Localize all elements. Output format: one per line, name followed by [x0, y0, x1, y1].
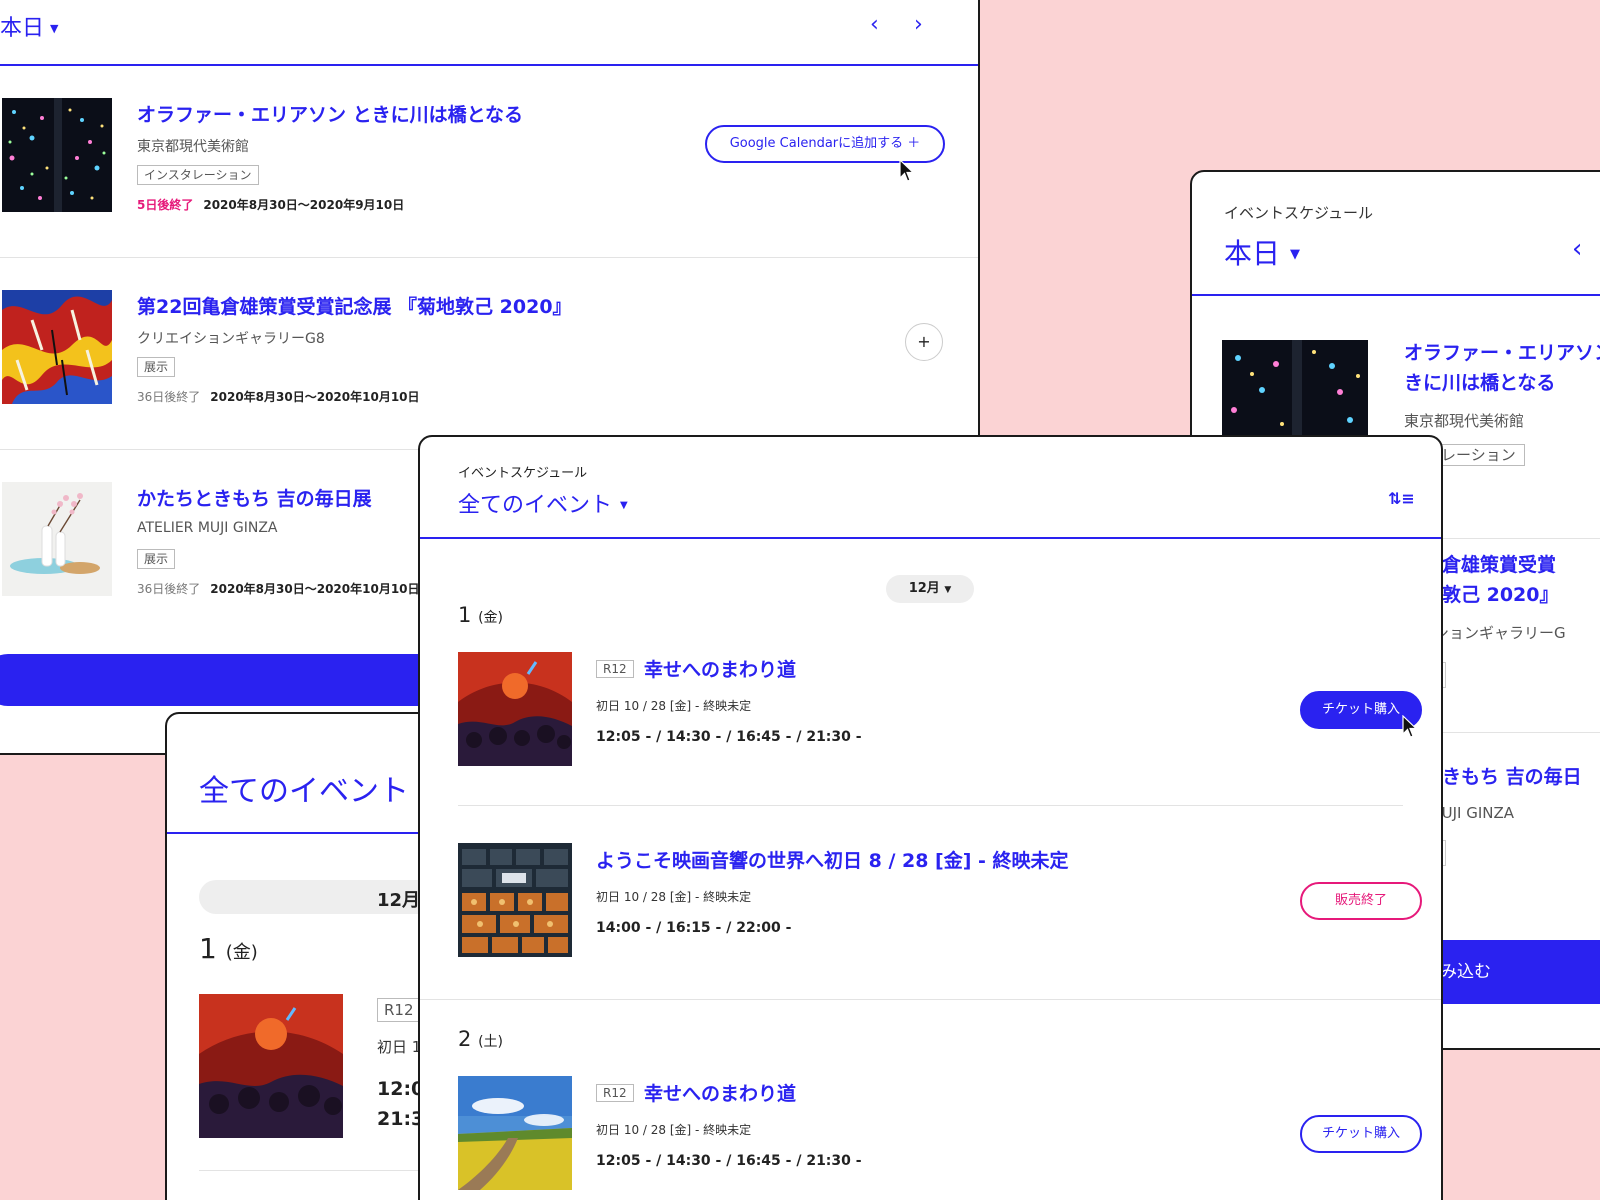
run-period: 初日 10 / 28 [金] - 終映未定 — [596, 1123, 752, 1137]
event-dates: 2020年8月30日〜2020年10月10日 — [210, 582, 420, 596]
chevron-left-icon[interactable]: ‹ — [1572, 234, 1582, 264]
plus-icon: + — [917, 332, 931, 351]
rating-badge: R12 — [377, 998, 421, 1022]
dropdown-caret-icon: ▼ — [50, 22, 59, 35]
date-selector-label: 本日 — [1224, 237, 1281, 270]
day-number: 2 — [458, 1027, 472, 1051]
divider — [458, 805, 1403, 806]
month-label: 12月 — [377, 890, 421, 911]
showtimes: 12:05 - / 14:30 - / 16:45 - / 21:30 - — [596, 729, 862, 745]
date-selector-label: 本日 — [0, 16, 45, 41]
event-thumbnail — [199, 994, 343, 1138]
rating-badge: R12 — [596, 660, 634, 678]
showtimes: 14:00 - / 16:15 - / 22:00 - — [596, 920, 792, 936]
category-selector-label: 全てのイベント — [458, 493, 613, 518]
list-item: 第22回亀倉雄策賞受賞記念展 『菊地敦己 2020』 クリエイションギャラリーG… — [0, 258, 978, 450]
event-thumbnail — [2, 482, 112, 596]
schedule-subtitle: イベントスケジュール — [1224, 204, 1373, 222]
event-category-tag: 展示 — [137, 357, 176, 377]
chevron-left-icon[interactable]: ‹ — [870, 12, 879, 37]
event-title[interactable]: オラファー・エリアソン — [1404, 338, 1600, 368]
ends-in-badge: 36日後終了 — [137, 390, 201, 404]
day-weekday: (金) — [225, 942, 258, 963]
event-dates: 2020年8月30日〜2020年10月10日 — [210, 390, 420, 404]
event-title[interactable]: 第22回亀倉雄策賞受賞記念展 『菊地敦己 2020』 — [137, 292, 572, 319]
event-category-tag: インスタレーション — [137, 165, 259, 185]
event-venue: クリエイションギャラリーG8 — [137, 331, 325, 347]
ends-in-badge: 36日後終了 — [137, 582, 201, 596]
date-selector[interactable]: 本日 ▼ — [0, 10, 58, 42]
event-title[interactable]: 幸せへのまわり道 — [644, 655, 796, 682]
event-category-tag: 展示 — [137, 549, 176, 569]
event-title[interactable]: かたちときもち 吉の毎日展 — [137, 484, 372, 511]
run-period: 初日 1 — [377, 1038, 422, 1056]
dropdown-caret-icon: ▼ — [620, 500, 628, 511]
schedule-subtitle: イベントスケジュール — [458, 466, 588, 481]
month-label: 12月 — [908, 581, 940, 596]
run-period: 初日 10 / 28 [金] - 終映未定 — [596, 699, 752, 713]
category-selector[interactable]: 全てのイベント ▼ — [458, 487, 628, 519]
day-heading: 1 (金) — [458, 603, 503, 627]
list-item: R12 幸せへのまわり道 初日 10 / 28 [金] - 終映未定 12:05… — [458, 1076, 1441, 1200]
run-period: 初日 10 / 28 [金] - 終映未定 — [596, 890, 752, 904]
list-item: オラファー・エリアソン ときに川は橋となる 東京都現代美術館 インスタレーション… — [0, 66, 978, 258]
date-selector[interactable]: 本日 ▼ — [1224, 232, 1300, 272]
event-thumbnail — [458, 843, 572, 957]
event-thumbnail — [458, 652, 572, 766]
event-venue: 東京都現代美術館 — [137, 139, 249, 155]
add-to-calendar-button[interactable]: + — [905, 323, 943, 361]
event-title[interactable]: 幸せへのまわり道 — [644, 1079, 796, 1106]
cursor-icon — [1402, 715, 1418, 738]
ends-in-badge: 5日後終了 — [137, 198, 194, 212]
list-item: R12 幸せへのまわり道 初日 10 / 28 [金] - 終映未定 12:05… — [458, 652, 1441, 802]
today-header: 本日 ▼ ‹ › — [0, 0, 978, 66]
day-weekday: (金) — [478, 610, 503, 626]
day-heading: 1 (金) — [199, 932, 258, 965]
day-heading: 2 (土) — [458, 1027, 503, 1051]
sort-icon[interactable]: ⇅≡ — [1388, 489, 1415, 508]
showtimes: 12:05 - / 14:30 - / 16:45 - / 21:30 - — [596, 1153, 862, 1169]
chevron-right-icon[interactable]: › — [914, 12, 923, 37]
all-events-panel: イベントスケジュール 全てのイベント ▼ ⇅≡ 12月 ▼ 1 (金) R12 幸… — [418, 435, 1443, 1200]
all-events-header: イベントスケジュール 全てのイベント ▼ ⇅≡ — [420, 437, 1441, 539]
day-weekday: (土) — [478, 1034, 503, 1050]
add-to-google-calendar-button[interactable]: Google Calendarに追加する ＋ — [705, 125, 945, 163]
event-venue: ATELIER MUJI GINZA — [137, 520, 278, 536]
event-title[interactable]: オラファー・エリアソン ときに川は橋となる — [137, 100, 523, 127]
sold-out-button[interactable]: 販売終了 — [1300, 882, 1422, 920]
event-thumbnail — [458, 1076, 572, 1190]
buy-ticket-button[interactable]: チケット購入 — [1300, 1115, 1422, 1153]
dropdown-caret-icon: ▼ — [1290, 247, 1301, 262]
month-selector[interactable]: 12月 ▼ — [886, 575, 974, 603]
rating-badge: R12 — [596, 1084, 634, 1102]
divider — [420, 999, 1441, 1000]
event-title-continued[interactable]: きに川は橋となる — [1404, 368, 1555, 398]
schedule-header: イベントスケジュール 本日 ▼ ‹ — [1192, 172, 1600, 296]
event-dates: 2020年8月30日〜2020年9月10日 — [203, 198, 405, 212]
cursor-icon — [899, 159, 915, 182]
day-number: 1 — [199, 932, 217, 965]
event-thumbnail — [2, 98, 112, 212]
list-item: ようこそ映画音響の世界へ初日 8 / 28 [金] - 終映未定 初日 10 /… — [458, 843, 1441, 993]
event-thumbnail — [2, 290, 112, 404]
day-number: 1 — [458, 603, 472, 627]
dropdown-caret-icon: ▼ — [944, 585, 952, 595]
category-selector[interactable]: 全てのイベント — [199, 766, 409, 810]
event-venue: 東京都現代美術館 — [1404, 412, 1525, 430]
event-title[interactable]: ようこそ映画音響の世界へ初日 8 / 28 [金] - 終映未定 — [596, 846, 1069, 873]
